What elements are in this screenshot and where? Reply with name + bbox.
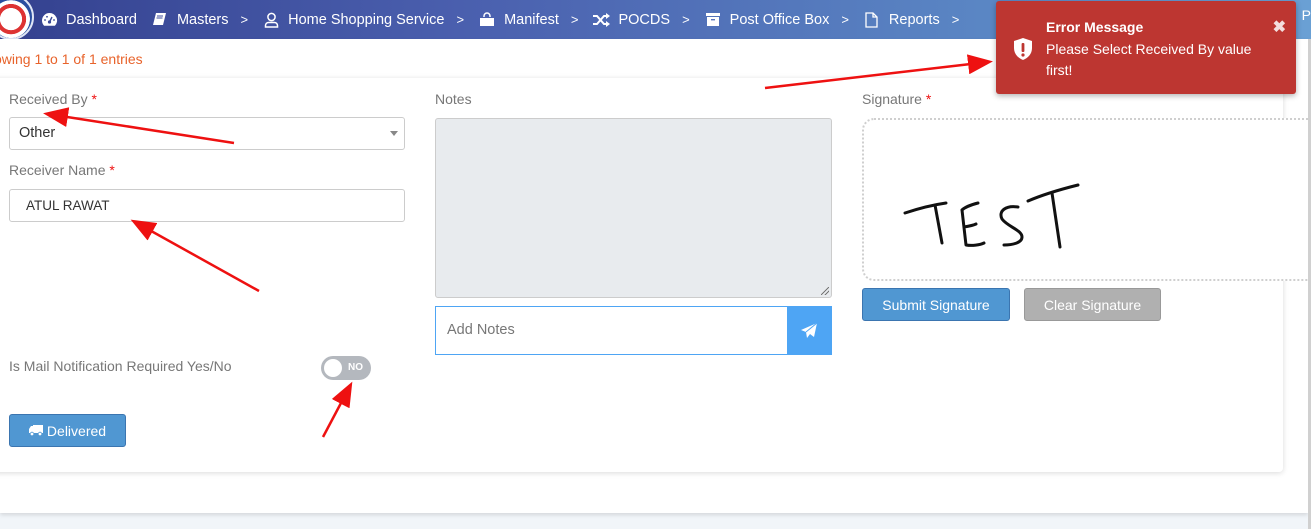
chevron-right-icon: > (841, 12, 849, 27)
nav-item-manifest[interactable]: Manifest > (478, 12, 578, 28)
nav-item-label: Post Office Box (729, 11, 830, 28)
resize-grip-icon[interactable] (821, 287, 829, 295)
receiver-name-input[interactable]: ATUL RAWAT (9, 189, 405, 222)
send-note-button[interactable] (787, 307, 831, 354)
nav-item-label: Dashboard (66, 11, 137, 28)
error-toast: Error Message Please Select Received By … (996, 1, 1296, 94)
label-text: Received By (9, 91, 88, 107)
add-notes-group: Add Notes (435, 306, 832, 355)
label-text: Signature (862, 91, 922, 107)
nav-menu: Dashboard Masters > Home Shopping Servic… (40, 0, 973, 39)
required-mark: * (925, 91, 932, 107)
archive-box-icon (704, 12, 722, 28)
add-notes-input[interactable]: Add Notes (436, 307, 787, 354)
user-icon (262, 12, 280, 28)
caret-down-icon (390, 131, 398, 136)
signature-drawing (903, 183, 1080, 249)
mail-notification-label: Is Mail Notification Required Yes/No (9, 358, 232, 374)
app-logo[interactable] (0, 0, 34, 40)
nav-item-post-office-box[interactable]: Post Office Box > (704, 12, 849, 28)
chevron-right-icon: > (240, 12, 249, 27)
toggle-state-text: NO (348, 362, 363, 373)
notes-label: Notes (435, 91, 472, 107)
nav-item-masters[interactable]: Masters > (151, 12, 248, 28)
notes-textarea[interactable] (435, 118, 832, 298)
delivered-label: Delivered (46, 422, 107, 439)
book-icon (151, 12, 169, 28)
required-mark: * (109, 162, 115, 178)
nav-item-dashboard[interactable]: Dashboard (40, 12, 137, 28)
nav-item-home-shopping-service[interactable]: Home Shopping Service > (262, 12, 464, 28)
paper-plane-icon (801, 322, 818, 338)
nav-item-label: Manifest (504, 11, 559, 28)
chevron-right-icon: > (456, 12, 465, 27)
signature-label: Signature * (862, 91, 931, 107)
chevron-right-icon: > (951, 12, 960, 27)
receiver-name-label: Receiver Name * (9, 162, 115, 178)
chevron-right-icon: > (570, 12, 579, 27)
nav-item-truncated[interactable]: P (1302, 7, 1311, 23)
file-icon (863, 11, 881, 28)
nav-item-pocds[interactable]: POCDS > (592, 11, 690, 28)
toast-message: Please Select Received By value first! (1046, 41, 1252, 78)
shopping-bag-icon (478, 12, 496, 28)
submit-signature-button[interactable]: Submit Signature (862, 288, 1010, 321)
signature-pad[interactable] (862, 118, 1311, 281)
toggle-knob (324, 359, 342, 377)
toast-title: Error Message (1046, 19, 1144, 35)
nav-item-label: Masters (176, 11, 229, 28)
required-mark: * (91, 91, 97, 107)
nav-item-reports[interactable]: Reports > (863, 12, 959, 28)
nav-item-label: POCDS (618, 11, 671, 28)
shield-exclamation-icon (1014, 38, 1032, 60)
chevron-right-icon: > (682, 12, 690, 27)
received-by-select[interactable]: Other (9, 117, 405, 150)
close-icon[interactable]: ✖ (1273, 17, 1286, 37)
random-shuffle-icon (592, 12, 611, 28)
label-text: Receiver Name (9, 162, 106, 178)
mail-notification-toggle[interactable]: NO (321, 356, 371, 380)
dashboard-gauge-icon (40, 12, 58, 28)
truck-icon (28, 425, 43, 436)
nav-item-label: Reports (888, 11, 940, 28)
entries-info: owing 1 to 1 of 1 entries (0, 51, 143, 67)
clear-signature-button[interactable]: Clear Signature (1024, 288, 1161, 321)
delivered-button[interactable]: Delivered (9, 414, 126, 447)
received-by-value: Other (19, 125, 56, 141)
received-by-label: Received By * (9, 91, 97, 107)
nav-item-label: Home Shopping Service (288, 11, 445, 28)
